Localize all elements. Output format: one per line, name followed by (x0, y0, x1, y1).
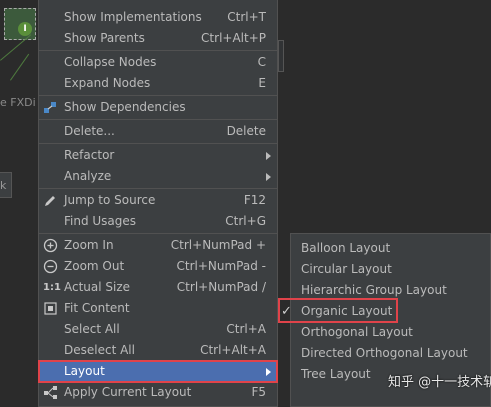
menu-item-delete[interactable]: Delete... Delete (39, 121, 277, 142)
menu-item-shortcut: Ctrl+Alt+A (200, 343, 266, 357)
submenu-item-label: Orthogonal Layout (301, 325, 413, 339)
menu-separator (39, 119, 277, 120)
menu-item-shortcut: Ctrl+Alt+P (201, 31, 266, 45)
menu-item-show-implementations[interactable]: Show Implementations Ctrl+T (39, 7, 277, 28)
menu-separator (39, 50, 277, 51)
background-tab-label: e FXDi (0, 96, 36, 109)
submenu-item-label: Balloon Layout (301, 241, 391, 255)
submenu-arrow-icon (266, 368, 271, 376)
menu-item-shortcut: Ctrl+NumPad + (170, 238, 266, 252)
menu-item-find-usages[interactable]: Find Usages Ctrl+G (39, 211, 277, 232)
menu-item-label: Apply Current Layout (64, 385, 192, 399)
context-menu: Show Implementations Ctrl+T Show Parents… (38, 0, 278, 407)
menu-item-label: Fit Content (64, 301, 130, 315)
submenu-item-organic-layout[interactable]: ✓ Organic Layout (278, 298, 490, 323)
menu-item-shortcut: Ctrl+NumPad - (176, 259, 267, 273)
dependencies-icon (43, 100, 58, 115)
menu-item-label: Jump to Source (64, 193, 156, 207)
menu-item-apply-current-layout[interactable]: Apply Current Layout F5 (39, 382, 277, 403)
menu-item-label: Select All (64, 322, 120, 336)
submenu-item-directed-orthogonal-layout[interactable]: Directed Orthogonal Layout (291, 343, 490, 364)
edit-pencil-icon (43, 193, 58, 208)
menu-item-label: Show Parents (64, 31, 145, 45)
menu-item-shortcut: C (257, 55, 266, 69)
submenu-item-label: Organic Layout (301, 304, 393, 318)
menu-item-zoom-out[interactable]: Zoom Out Ctrl+NumPad - (39, 256, 277, 277)
menu-item-show-dependencies[interactable]: Show Dependencies (39, 97, 277, 118)
submenu-item-balloon-layout[interactable]: Balloon Layout (291, 238, 490, 259)
menu-item-label: Actual Size (64, 280, 131, 294)
menu-item-label: Deselect All (64, 343, 135, 357)
menu-item-collapse-nodes[interactable]: Collapse Nodes C (39, 52, 277, 73)
apply-layout-icon (43, 385, 58, 400)
menu-separator (39, 95, 277, 96)
background-panel-edge: k (0, 172, 12, 198)
menu-item-label: Show Dependencies (64, 100, 186, 114)
fit-content-icon (43, 301, 58, 316)
zoom-out-icon (43, 259, 58, 274)
menu-separator (39, 188, 277, 189)
menu-separator (39, 143, 277, 144)
menu-item-refactor[interactable]: Refactor (39, 145, 277, 166)
diagram-edge (10, 53, 30, 81)
menu-item-label: Zoom In (64, 238, 114, 252)
menu-item-fit-content[interactable]: Fit Content (39, 298, 277, 319)
submenu-item-circular-layout[interactable]: Circular Layout (291, 259, 490, 280)
menu-item-shortcut: Ctrl+A (226, 322, 266, 336)
menu-item-analyze[interactable]: Analyze (39, 166, 277, 187)
menu-item-label: Find Usages (64, 214, 137, 228)
menu-item-actual-size[interactable]: 1:1 Actual Size Ctrl+NumPad / (39, 277, 277, 298)
menu-item-jump-to-source[interactable]: Jump to Source F12 (39, 190, 277, 211)
menu-item-shortcut: F12 (243, 193, 266, 207)
menu-item-shortcut: Ctrl+T (227, 10, 266, 24)
submenu-item-orthogonal-layout[interactable]: Orthogonal Layout (291, 322, 490, 343)
diagram-node[interactable]: I (4, 8, 36, 40)
menu-item-shortcut: Delete (226, 124, 266, 138)
submenu-item-label: Circular Layout (301, 262, 392, 276)
menu-item-label: Layout (64, 364, 105, 378)
zoom-in-icon (43, 238, 58, 253)
menu-item-select-all[interactable]: Select All Ctrl+A (39, 319, 277, 340)
menu-item-zoom-in[interactable]: Zoom In Ctrl+NumPad + (39, 235, 277, 256)
checkmark-icon: ✓ (281, 304, 292, 319)
menu-item-deselect-all[interactable]: Deselect All Ctrl+Alt+A (39, 340, 277, 361)
menu-item-label: Show Implementations (64, 10, 202, 24)
menu-item-label: Zoom Out (64, 259, 125, 273)
submenu-item-label: Directed Orthogonal Layout (301, 346, 468, 360)
background-panel-edge-right (278, 40, 284, 72)
submenu-item-label: Tree Layout (301, 367, 371, 381)
menu-item-shortcut: Ctrl+NumPad / (176, 280, 266, 294)
watermark-text: 知乎 @十一技术斩 (388, 375, 491, 390)
submenu-arrow-icon (266, 152, 271, 160)
menu-item-shortcut: Ctrl+G (225, 214, 266, 228)
menu-item-shortcut: F5 (251, 385, 266, 399)
menu-item-label: Refactor (64, 148, 115, 162)
menu-item-expand-nodes[interactable]: Expand Nodes E (39, 73, 277, 94)
menu-item-label: Analyze (64, 169, 112, 183)
menu-separator (39, 233, 277, 234)
actual-size-icon: 1:1 (43, 282, 61, 293)
menu-item-layout[interactable]: Layout (38, 360, 278, 383)
menu-item-label: Delete... (64, 124, 115, 138)
menu-item-show-parents[interactable]: Show Parents Ctrl+Alt+P (39, 28, 277, 49)
submenu-arrow-icon (266, 173, 271, 181)
menu-item-shortcut: E (258, 76, 266, 90)
menu-item-label: Expand Nodes (64, 76, 151, 90)
menu-item-label: Collapse Nodes (64, 55, 157, 69)
